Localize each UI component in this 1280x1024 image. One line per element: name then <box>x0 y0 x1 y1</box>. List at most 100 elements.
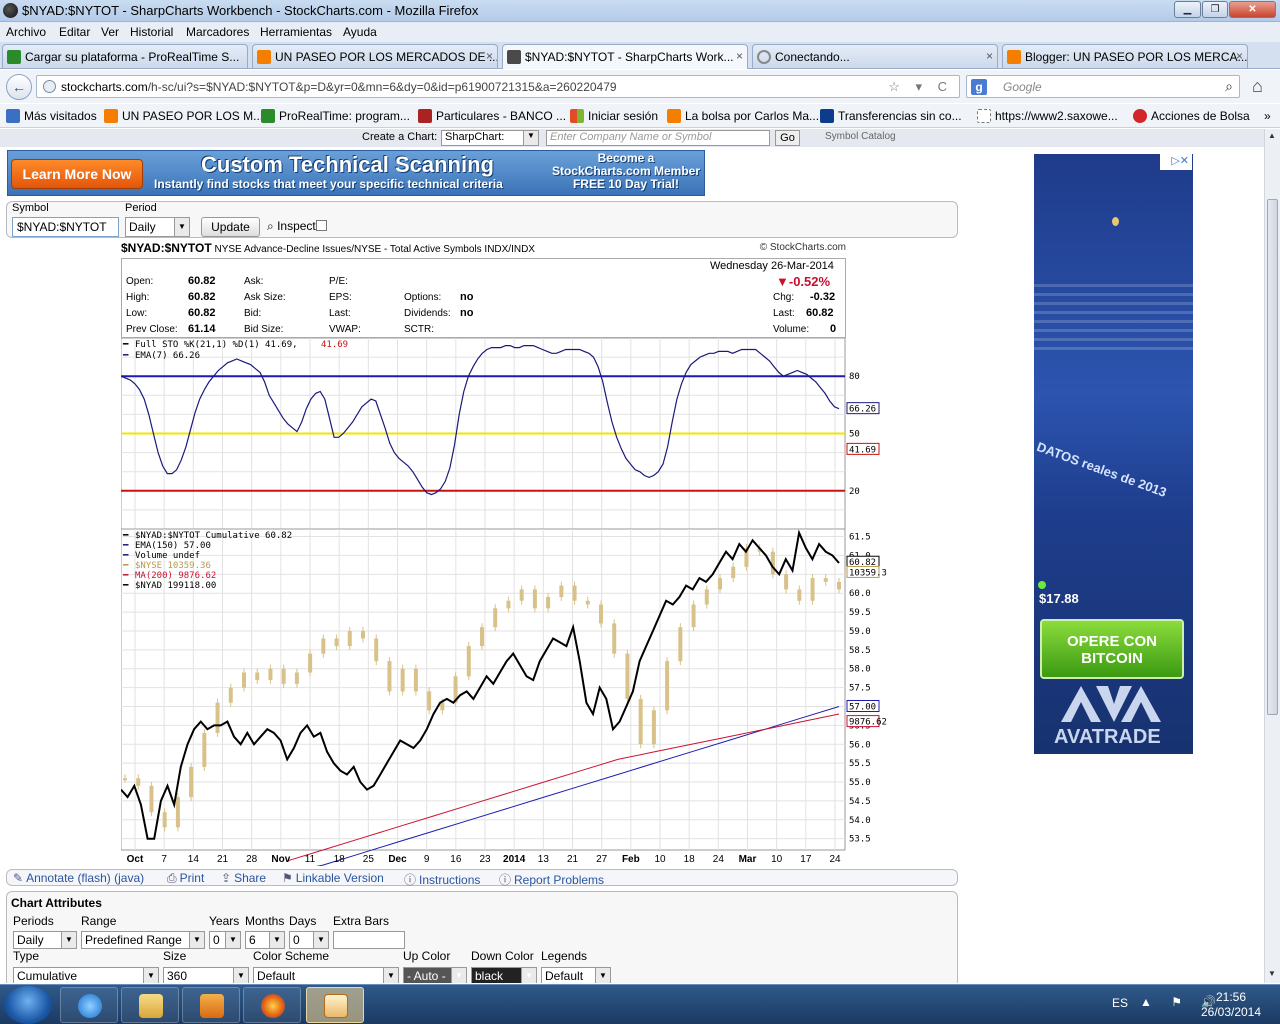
bookmark-banco[interactable]: Particulares - BANCO ... <box>418 109 566 123</box>
green-dot-icon <box>1038 581 1046 589</box>
tab-close-icon[interactable]: × <box>736 49 743 63</box>
inspect-toggle[interactable]: ⌕ Inspect <box>267 219 327 234</box>
bookmark-star-icon[interactable]: ☆ ▾ C <box>888 79 953 95</box>
ask-size-label: Ask Size: <box>244 292 286 303</box>
extra-bars-input[interactable] <box>333 931 405 949</box>
language-indicator[interactable]: ES <box>1112 996 1128 1010</box>
google-icon[interactable]: g <box>971 79 987 95</box>
tab-prorealtime[interactable]: Cargar su plataforma - ProRealTime S... <box>2 44 248 68</box>
globe-icon <box>43 80 56 93</box>
bookmark-prorealtime[interactable]: ProRealTime: program... <box>261 109 410 123</box>
tab-close-icon[interactable]: × <box>986 49 993 63</box>
bookmark-mas-visitados[interactable]: Más visitados <box>6 109 97 123</box>
scrollbar-thumb[interactable] <box>1267 199 1278 715</box>
sto-level-label: 50 <box>849 430 860 440</box>
scroll-down-icon[interactable]: ▼ <box>1268 969 1276 978</box>
report-problems-link[interactable]: ⓘ Report Problems <box>499 871 604 888</box>
open-label: Open: <box>126 276 154 287</box>
search-placeholder[interactable]: Google <box>1003 80 1042 94</box>
symbol-input[interactable]: $NYAD:$NYTOT <box>12 217 119 237</box>
vertical-scrollbar[interactable]: ▲ ▼ <box>1264 129 1280 983</box>
menu-ver[interactable]: Ver <box>101 25 119 39</box>
taskbar-ie[interactable] <box>60 987 118 1023</box>
cum-legend-marker: ━ <box>122 531 129 541</box>
taskbar-explorer[interactable] <box>121 987 179 1023</box>
quote-date: Wednesday 26-Mar-2014 <box>710 260 834 272</box>
bookmarks-more-icon[interactable]: » <box>1264 109 1271 123</box>
tab-close-icon[interactable]: × <box>1236 49 1243 63</box>
legends-select[interactable]: Default ▼ <box>541 967 611 983</box>
chart-type-select[interactable]: SharpChart: ▼ <box>441 130 539 146</box>
company-symbol-input[interactable]: Enter Company Name or Symbol <box>546 130 770 146</box>
start-button[interactable] <box>4 986 52 1024</box>
x-tick-label: 27 <box>596 854 608 865</box>
ad-close-icon[interactable]: ▷✕ <box>1160 154 1192 170</box>
folder-icon <box>6 109 20 123</box>
nyse-candle-body <box>837 581 841 590</box>
days-select[interactable]: 0 ▼ <box>289 931 329 949</box>
print-link[interactable]: ⎙ Print <box>167 871 204 886</box>
nyse-candle-body <box>797 589 802 601</box>
maximize-button[interactable]: ❐ <box>1202 1 1228 18</box>
url-bar[interactable]: stockcharts.com/h-sc/ui?s=$NYAD:$NYTOT&p… <box>36 75 960 98</box>
period-select[interactable]: Daily ▼ <box>125 217 190 237</box>
page-content: Create a Chart: SharpChart: ▼ Enter Compa… <box>0 129 1264 983</box>
annotate-link[interactable]: ✎ Annotate (flash) (java) <box>13 871 144 885</box>
tab-close-icon[interactable]: × <box>486 49 493 63</box>
learn-more-button[interactable]: Learn More Now <box>11 159 143 189</box>
taskbar-notepad[interactable] <box>306 987 364 1023</box>
menu-editar[interactable]: Editar <box>59 25 90 39</box>
years-select[interactable]: 0 ▼ <box>209 931 241 949</box>
scroll-up-icon[interactable]: ▲ <box>1268 131 1276 140</box>
prorealtime-icon <box>7 50 21 64</box>
tab-conectando[interactable]: Conectando... × <box>752 44 998 68</box>
minimize-button[interactable]: ▁ <box>1174 1 1201 18</box>
range-select[interactable]: Predefined Range ▼ <box>81 931 205 949</box>
up-color-select[interactable]: - Auto - ▼ <box>403 967 467 983</box>
bookmark-carlos[interactable]: La bolsa por Carlos Ma... <box>667 109 819 123</box>
size-select[interactable]: 360 ▼ <box>163 967 249 983</box>
bookmark-saxo[interactable]: https://www2.saxowe... <box>977 109 1118 123</box>
linkable-version-link[interactable]: ⚑ Linkable Version <box>282 871 384 885</box>
clock-date: 26/03/2014 <box>1200 1005 1262 1019</box>
inspect-checkbox[interactable] <box>315 220 327 231</box>
go-button[interactable]: Go <box>775 130 800 146</box>
bookmark-iniciar-sesion[interactable]: Iniciar sesión <box>570 109 658 123</box>
instructions-link[interactable]: ⓘ Instructions <box>404 871 480 888</box>
update-button[interactable]: Update <box>201 217 260 237</box>
down-color-select[interactable]: black ▼ <box>471 967 537 983</box>
months-label: Months <box>245 914 285 928</box>
menu-archivo[interactable]: Archivo <box>6 25 46 39</box>
periods-select[interactable]: Daily ▼ <box>13 931 77 949</box>
months-select[interactable]: 6 ▼ <box>245 931 285 949</box>
back-button[interactable]: ← <box>6 74 32 100</box>
close-window-button[interactable]: ✕ <box>1229 1 1276 18</box>
info-icon: ⓘ <box>499 873 512 887</box>
bookmark-transferencias[interactable]: Transferencias sin co... <box>820 109 962 123</box>
taskbar-media-player[interactable] <box>182 987 240 1023</box>
search-icon[interactable]: ⌕ <box>1225 78 1233 95</box>
type-select[interactable]: Cumulative ▼ <box>13 967 159 983</box>
nyse-candle-body <box>480 627 484 647</box>
tab-sharpcharts[interactable]: $NYAD:$NYTOT - SharpCharts Work... × <box>502 44 748 69</box>
bookmark-acciones[interactable]: Acciones de Bolsa <box>1133 109 1250 123</box>
color-scheme-select[interactable]: Default ▼ <box>253 967 399 983</box>
bookmark-paseo[interactable]: UN PASEO POR LOS M... <box>104 109 263 123</box>
tab-paseo-mercados[interactable]: UN PASEO POR LOS MERCADOS DE ... × <box>252 44 498 68</box>
menu-herramientas[interactable]: Herramientas <box>260 25 332 39</box>
avatrade-ad[interactable]: DATOS reales de 2013 $17.88 OPERE CON BI… <box>1034 154 1193 754</box>
search-bar[interactable]: g Google ⌕ <box>966 75 1240 98</box>
opere-bitcoin-button[interactable]: OPERE CON BITCOIN <box>1040 619 1184 679</box>
tab-blogger[interactable]: Blogger: UN PASEO POR LOS MERCA... × <box>1002 44 1248 68</box>
system-clock[interactable]: 21:56 26/03/2014 <box>1196 990 1266 1020</box>
home-icon[interactable]: ⌂ <box>1252 76 1263 97</box>
menu-ayuda[interactable]: Ayuda <box>343 25 377 39</box>
share-link[interactable]: ⇪ Share <box>221 871 266 885</box>
dividends-label: Dividends: <box>404 308 451 319</box>
menu-marcadores[interactable]: Marcadores <box>186 25 249 39</box>
url-text[interactable]: stockcharts.com/h-sc/ui?s=$NYAD:$NYTOT&p… <box>61 80 617 94</box>
menu-historial[interactable]: Historial <box>130 25 173 39</box>
symbol-catalog-link[interactable]: Symbol Catalog <box>825 131 896 142</box>
taskbar-firefox[interactable] <box>243 987 301 1023</box>
promo-banner[interactable]: Learn More Now Custom Technical Scanning… <box>7 150 705 196</box>
